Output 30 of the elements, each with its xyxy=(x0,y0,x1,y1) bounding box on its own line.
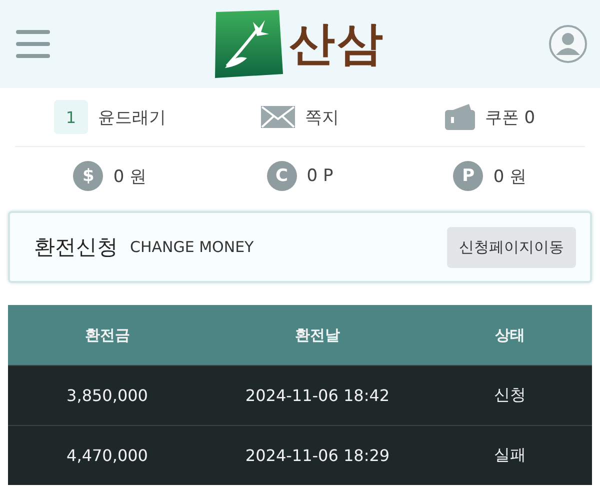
column-header: 환전날 xyxy=(206,305,428,366)
menu-icon xyxy=(16,30,50,58)
user-bar-label: 쿠폰 0 xyxy=(484,106,536,128)
balance-amount: 0 원 xyxy=(493,166,527,188)
user-icon xyxy=(548,24,588,64)
menu-button[interactable] xyxy=(16,30,50,58)
column-header: 환전금 xyxy=(8,305,207,366)
wallet-icon xyxy=(444,104,475,130)
user-bar-label: 쪽지 xyxy=(305,106,339,128)
profile-button[interactable] xyxy=(548,24,588,64)
currency-icon: $ xyxy=(73,161,104,191)
table-cell: 2024-11-06 18:29 xyxy=(206,426,428,485)
table-cell: 신청 xyxy=(428,366,592,426)
balance-amount: 0 원 xyxy=(113,166,147,188)
currency-icon: P xyxy=(453,161,484,191)
section-title: 환전신청 xyxy=(34,234,118,261)
request-page-button[interactable]: 신청페이지이동 xyxy=(447,226,576,268)
balance-amount: 0 P xyxy=(306,166,334,186)
envelope-icon xyxy=(261,106,295,128)
user-bar-label: 윤드래기 xyxy=(98,106,166,128)
table-cell: 2024-11-06 18:42 xyxy=(206,366,428,426)
currency-icon: C xyxy=(266,161,297,191)
table-cell: 3,850,000 xyxy=(8,366,207,426)
table-cell: 4,470,000 xyxy=(8,426,207,485)
section-subtitle: CHANGE MONEY xyxy=(130,238,255,256)
logo-text: 산삼 xyxy=(289,15,385,72)
table-cell: 실패 xyxy=(428,426,592,485)
level-badge: 1 xyxy=(54,100,88,134)
column-header: 상태 xyxy=(428,305,592,366)
logo-icon xyxy=(213,8,285,80)
